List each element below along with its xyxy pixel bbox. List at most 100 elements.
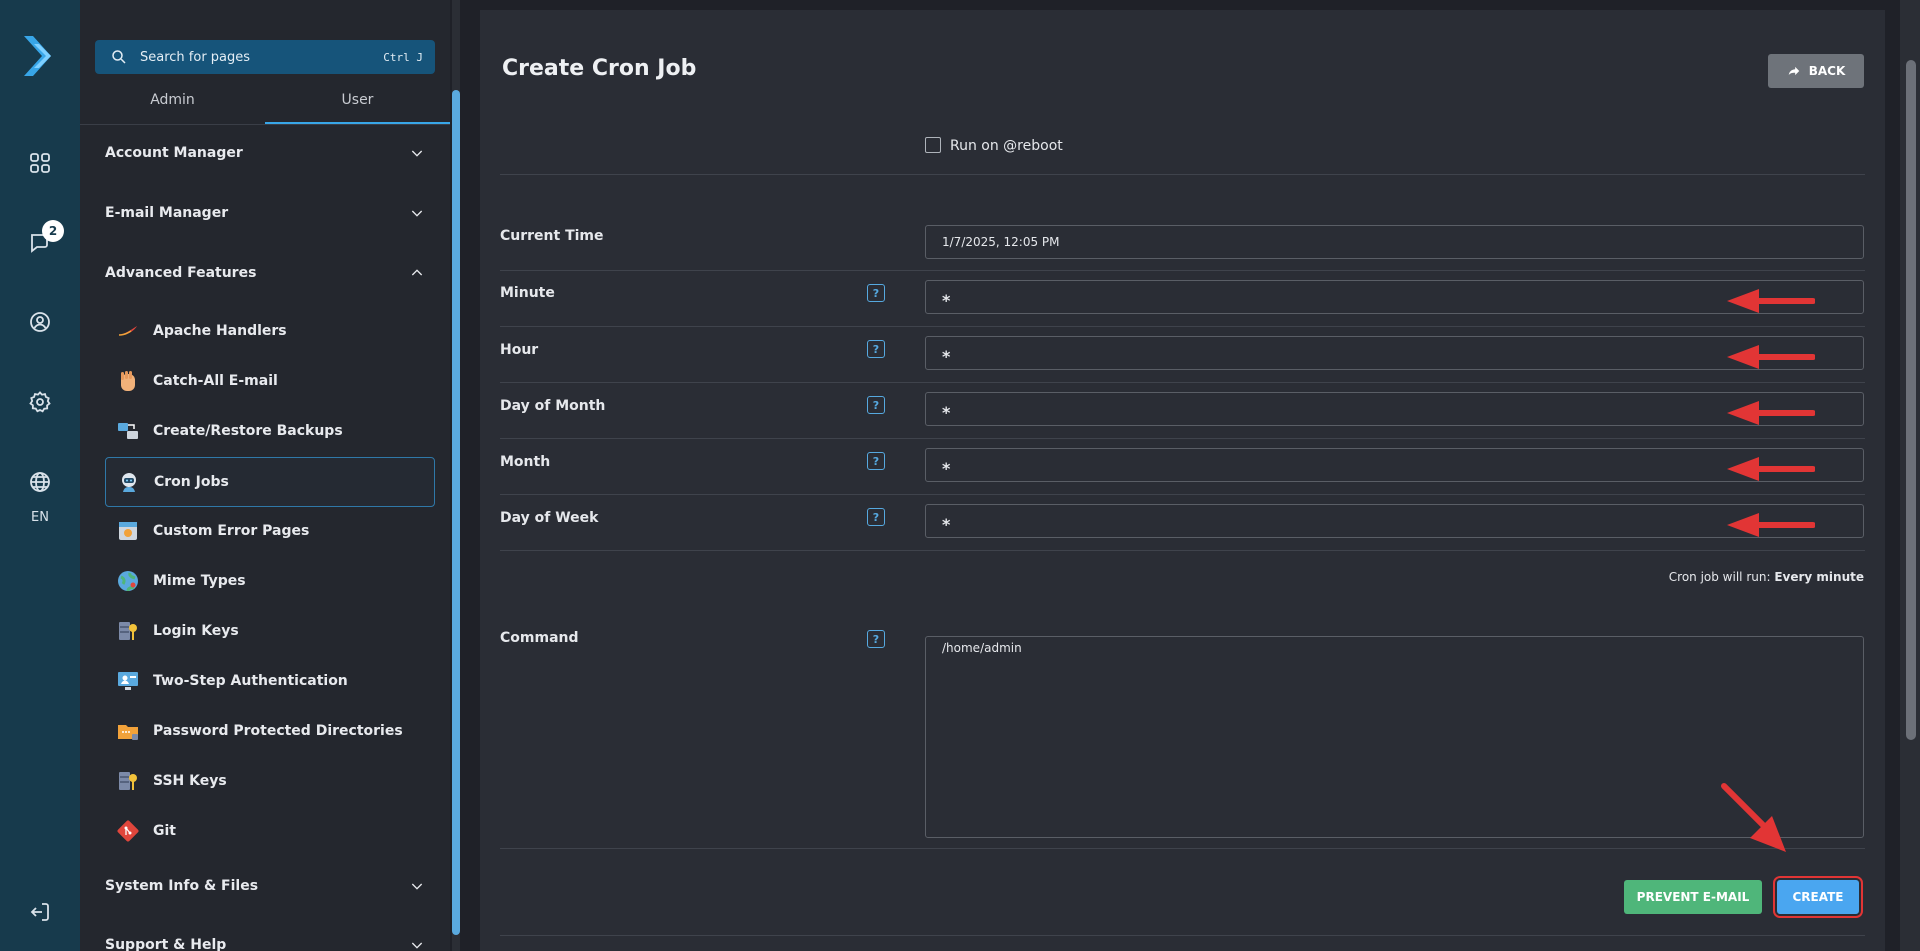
minute-label: Minute: [500, 285, 555, 301]
day-of-week-label: Day of Week: [500, 510, 599, 526]
create-button[interactable]: CREATE: [1773, 876, 1863, 918]
globe-icon[interactable]: [26, 468, 54, 496]
globe-color-icon: [115, 568, 141, 594]
sidebar-scrollbar-thumb[interactable]: [452, 90, 460, 935]
prevent-email-button[interactable]: PREVENT E-MAIL: [1624, 880, 1762, 914]
divider: [500, 174, 1865, 175]
annotation-arrow-icon: [1727, 513, 1815, 537]
sidebar: Search for pages Ctrl J Admin User Accou…: [80, 0, 450, 951]
divider: [500, 270, 1865, 271]
cron-summary-prefix: Cron job will run:: [1668, 570, 1771, 584]
cron-summary-value: Every minute: [1774, 570, 1864, 584]
logout-icon[interactable]: [26, 898, 54, 926]
section-system-info-files[interactable]: System Info & Files: [105, 878, 425, 894]
section-label: E-mail Manager: [105, 205, 229, 221]
sidebar-item-git[interactable]: Git: [105, 807, 435, 855]
sidebar-item-label: SSH Keys: [153, 773, 227, 789]
hour-label: Hour: [500, 342, 539, 358]
annotation-arrow-icon: [1727, 457, 1815, 481]
section-advanced-features[interactable]: Advanced Features: [105, 265, 425, 281]
annotation-arrow-icon: [1721, 783, 1786, 852]
help-icon[interactable]: ?: [867, 396, 885, 414]
month-field[interactable]: *: [925, 448, 1864, 482]
section-label: Account Manager: [105, 145, 243, 161]
gear-icon[interactable]: [26, 388, 54, 416]
key-server-icon: [115, 768, 141, 794]
sidebar-item-ssh-keys[interactable]: SSH Keys: [105, 757, 435, 805]
back-label: BACK: [1808, 64, 1846, 78]
sidebar-item-create-restore-backups[interactable]: Create/Restore Backups: [105, 407, 435, 455]
sidebar-item-label: Two-Step Authentication: [153, 673, 348, 689]
run-on-reboot-checkbox[interactable]: [925, 137, 941, 153]
page-scrollbar-thumb[interactable]: [1906, 60, 1916, 740]
key-server-icon: [115, 618, 141, 644]
left-rail: 2 EN: [0, 0, 80, 951]
sidebar-item-label: Cron Jobs: [154, 474, 229, 490]
sidebar-item-label: Git: [153, 823, 176, 839]
day-of-month-field[interactable]: *: [925, 392, 1864, 426]
sidebar-item-password-protected-directories[interactable]: Password Protected Directories: [105, 707, 435, 755]
tab-user[interactable]: User: [265, 88, 450, 124]
help-icon[interactable]: ?: [867, 452, 885, 470]
divider: [500, 382, 1865, 383]
tabs-divider: [80, 124, 450, 125]
minute-field[interactable]: *: [925, 280, 1864, 314]
sidebar-item-catch-all-email[interactable]: Catch-All E-mail: [105, 357, 435, 405]
hand-icon: [115, 368, 141, 394]
sidebar-item-cron-jobs[interactable]: Cron Jobs: [105, 457, 435, 507]
divider: [500, 935, 1865, 936]
help-icon[interactable]: ?: [867, 508, 885, 526]
sidebar-item-label: Custom Error Pages: [153, 523, 310, 539]
tab-admin[interactable]: Admin: [80, 88, 265, 124]
back-button[interactable]: BACK: [1768, 54, 1864, 88]
sidebar-item-mime-types[interactable]: Mime Types: [105, 557, 435, 605]
sidebar-item-label: Create/Restore Backups: [153, 423, 343, 439]
section-account-manager[interactable]: Account Manager: [105, 145, 425, 161]
section-email-manager[interactable]: E-mail Manager: [105, 205, 425, 221]
section-label: System Info & Files: [105, 878, 259, 894]
chevron-down-icon: [411, 150, 423, 157]
month-label: Month: [500, 454, 551, 470]
section-support-help[interactable]: Support & Help: [105, 937, 425, 951]
page-title: Create Cron Job: [502, 56, 697, 81]
annotation-arrow-icon: [1727, 345, 1815, 369]
sidebar-item-label: Login Keys: [153, 623, 239, 639]
run-on-reboot-label[interactable]: Run on @reboot: [950, 138, 1063, 154]
annotation-arrow-icon: [1727, 289, 1815, 313]
command-label: Command: [500, 630, 579, 646]
chevron-down-icon: [411, 942, 423, 949]
dashboard-grid-icon[interactable]: [26, 149, 54, 177]
language-label[interactable]: EN: [0, 510, 80, 525]
sidebar-item-two-step-authentication[interactable]: Two-Step Authentication: [105, 657, 435, 705]
help-icon[interactable]: ?: [867, 630, 885, 648]
sidebar-item-custom-error-pages[interactable]: Custom Error Pages: [105, 507, 435, 555]
sidebar-item-label: Mime Types: [153, 573, 246, 589]
search-placeholder: Search for pages: [140, 49, 251, 65]
search-icon: [112, 50, 126, 64]
notification-badge: 2: [42, 220, 64, 242]
help-icon[interactable]: ?: [867, 340, 885, 358]
day-of-week-field[interactable]: *: [925, 504, 1864, 538]
locked-folder-icon: [115, 718, 141, 744]
backup-icon: [115, 418, 141, 444]
search-input[interactable]: Search for pages Ctrl J: [95, 40, 435, 74]
main-panel: Create Cron Job BACK Run on @reboot Curr…: [480, 10, 1885, 951]
current-time-field: 1/7/2025, 12:05 PM: [925, 225, 1864, 259]
git-icon: [115, 818, 141, 844]
logo-icon[interactable]: [20, 34, 60, 78]
user-profile-icon[interactable]: [26, 308, 54, 336]
sidebar-item-apache-handlers[interactable]: Apache Handlers: [105, 307, 435, 355]
share-arrow-icon: [1788, 66, 1799, 76]
divider: [500, 326, 1865, 327]
search-shortcut: Ctrl J: [383, 50, 423, 64]
chevron-up-icon: [411, 269, 423, 276]
cron-summary: Cron job will run: Every minute: [1480, 570, 1864, 584]
hour-field[interactable]: *: [925, 336, 1864, 370]
help-icon[interactable]: ?: [867, 284, 885, 302]
current-time-label: Current Time: [500, 228, 604, 244]
chevron-down-icon: [411, 210, 423, 217]
sidebar-item-login-keys[interactable]: Login Keys: [105, 607, 435, 655]
chevron-down-icon: [411, 883, 423, 890]
role-tabs: Admin User: [80, 88, 450, 124]
feather-icon: [115, 318, 141, 344]
